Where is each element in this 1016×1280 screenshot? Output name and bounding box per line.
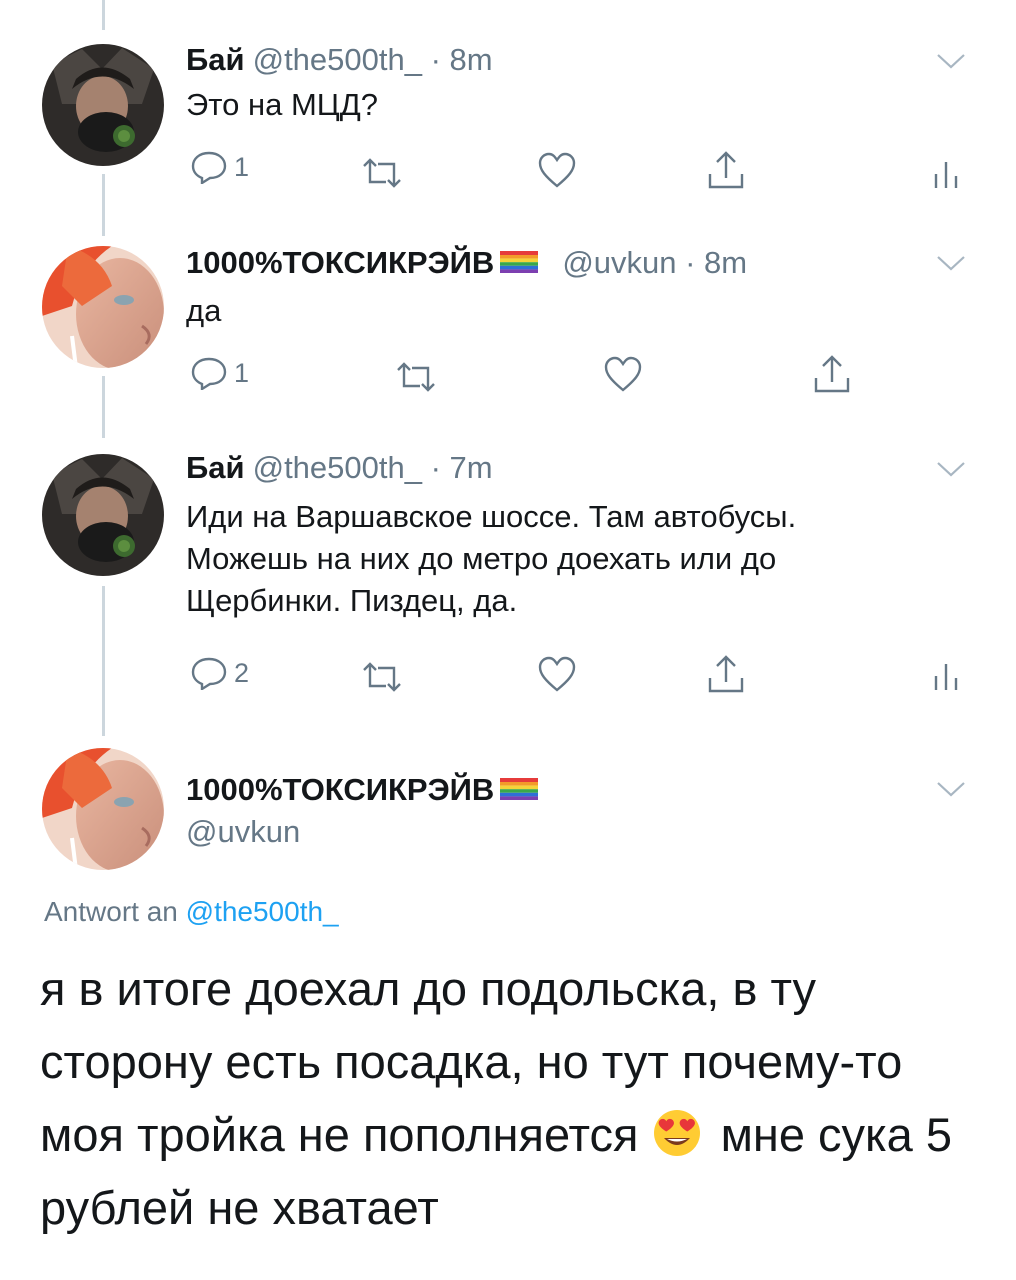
share-icon[interactable]: [706, 654, 746, 694]
like-icon[interactable]: [537, 656, 577, 692]
reply-button[interactable]: 1: [190, 150, 249, 184]
share-icon[interactable]: [706, 150, 746, 190]
handle-and-time: @the500th_ · 8m: [252, 42, 493, 77]
tweet-text-line: Иди на Варшавское шоссе. Там автобусы.: [186, 499, 797, 534]
like-icon[interactable]: [537, 152, 577, 188]
retweet-icon[interactable]: [360, 158, 404, 188]
focused-tweet-text: я в итоге доехал до подольска, в ту стор…: [40, 952, 990, 1244]
caret-down-icon[interactable]: [936, 780, 966, 798]
like-icon[interactable]: [603, 356, 643, 392]
heart-eyes-emoji-icon: [653, 1109, 700, 1156]
rainbow-flag-icon: [500, 251, 538, 273]
tweet-header: 1000%ТОКСИКРЭЙВ: [186, 772, 538, 808]
thread-line: [102, 174, 105, 236]
avatar[interactable]: [42, 454, 164, 576]
reply-button[interactable]: 1: [190, 356, 249, 390]
rainbow-flag-icon: [500, 778, 538, 800]
share-icon[interactable]: [812, 354, 852, 394]
handle[interactable]: @uvkun: [186, 814, 300, 849]
reply-icon: [191, 357, 227, 390]
handle-row: @uvkun: [186, 814, 300, 850]
retweet-icon[interactable]: [360, 662, 404, 692]
thread-line: [102, 586, 105, 736]
reply-mention-link[interactable]: @the500th_: [186, 896, 339, 927]
tweet-text: да: [186, 293, 222, 328]
reply-icon: [191, 151, 227, 184]
handle-and-time: @the500th_ · 7m: [252, 450, 493, 485]
caret-down-icon[interactable]: [936, 460, 966, 478]
tweet-text-line: Щербинки. Пиздец, да.: [186, 583, 518, 618]
tweet-text-line: Можешь на них до метро доехать или до: [186, 541, 777, 576]
reply-count: 2: [234, 657, 250, 688]
thread-line: [102, 376, 105, 438]
reply-context: Antwort an @the500th_: [44, 896, 339, 928]
analytics-icon[interactable]: [932, 158, 962, 190]
retweet-icon[interactable]: [394, 362, 438, 392]
display-name[interactable]: Бай: [186, 450, 245, 485]
tweet-header: 1000%ТОКСИКРЭЙВ @uvkun · 8m: [186, 245, 747, 281]
caret-down-icon[interactable]: [936, 254, 966, 272]
reply-count: 1: [234, 151, 250, 182]
analytics-icon[interactable]: [932, 660, 962, 692]
reply-prefix: Antwort an: [44, 896, 186, 927]
avatar[interactable]: [42, 748, 164, 870]
thread-line: [102, 0, 105, 30]
tweet-header: Бай @the500th_ · 7m: [186, 450, 493, 486]
display-name[interactable]: 1000%ТОКСИКРЭЙВ: [186, 245, 494, 280]
handle-and-time: @uvkun · 8m: [562, 245, 748, 280]
reply-count: 1: [234, 357, 250, 388]
reply-button[interactable]: 2: [190, 656, 249, 690]
tweet-header: Бай @the500th_ · 8m: [186, 42, 493, 78]
display-name[interactable]: 1000%ТОКСИКРЭЙВ: [186, 772, 494, 807]
tweet-text: Это на МЦД?: [186, 87, 378, 122]
caret-down-icon[interactable]: [936, 52, 966, 70]
display-name[interactable]: Бай: [186, 42, 245, 77]
tweet-text: Иди на Варшавское шоссе. Там автобусы. М…: [186, 496, 796, 622]
avatar[interactable]: [42, 246, 164, 368]
reply-icon: [191, 657, 227, 690]
avatar[interactable]: [42, 44, 164, 166]
